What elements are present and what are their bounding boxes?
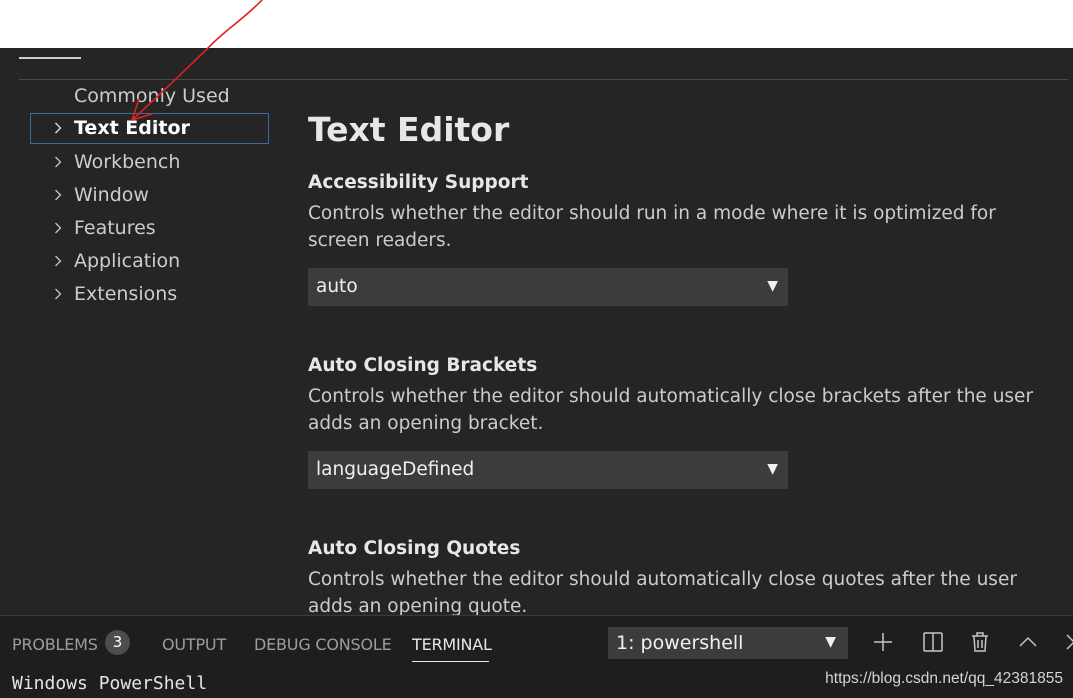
chevron-right-icon: [55, 189, 62, 201]
problems-count-badge: 3: [105, 630, 130, 655]
toc-item-features[interactable]: Features: [30, 213, 269, 244]
toc-item-application[interactable]: Application: [30, 246, 269, 277]
select-value: 1: powershell: [616, 632, 744, 654]
toc-item-commonly-used[interactable]: Commonly Used: [30, 81, 269, 112]
dropdown-arrow-icon: ▼: [767, 278, 778, 294]
setting-description: Controls whether the editor should run i…: [308, 203, 996, 251]
toc-item-label: Text Editor: [74, 117, 190, 139]
chevron-right-icon: [55, 156, 62, 168]
toc-item-label: Workbench: [74, 151, 181, 173]
setting-title-accessibility-support: Accessibility Support: [308, 172, 529, 193]
watermark-url: https://blog.csdn.net/qq_42381855: [825, 670, 1063, 687]
tab-problems[interactable]: PROBLEMS: [12, 634, 98, 656]
toc-item-label: Features: [74, 217, 156, 239]
toc-item-label: Window: [74, 184, 149, 206]
toc-item-window[interactable]: Window: [30, 180, 269, 211]
setting-description: Controls whether the editor should autom…: [308, 569, 1017, 617]
select-value: auto: [316, 276, 358, 297]
select-value: languageDefined: [316, 459, 475, 480]
chevron-right-icon: [55, 122, 62, 134]
split-icon[interactable]: [921, 630, 945, 654]
tab-output[interactable]: OUTPUT: [162, 634, 226, 656]
settings-section-title: Text Editor: [308, 110, 510, 149]
trash-icon[interactable]: [968, 630, 992, 654]
toc-item-label: Extensions: [74, 283, 178, 305]
chevron-right-icon: [55, 255, 62, 267]
accessibility-support-select[interactable]: auto ▼: [308, 268, 788, 306]
tab-debug-console[interactable]: DEBUG CONSOLE: [254, 634, 392, 656]
setting-title-auto-closing-brackets: Auto Closing Brackets: [308, 355, 538, 376]
active-tab-indicator: [19, 57, 81, 59]
terminal-instance-select[interactable]: 1: powershell ▼: [608, 627, 848, 659]
toc-item-extensions[interactable]: Extensions: [30, 279, 269, 310]
toc-item-label: Commonly Used: [74, 85, 230, 107]
dropdown-arrow-icon: ▼: [767, 461, 778, 477]
toc-item-text-editor[interactable]: Text Editor: [30, 113, 269, 144]
chevron-right-icon: [55, 222, 62, 234]
setting-description: Controls whether the editor should autom…: [308, 386, 1034, 434]
auto-closing-brackets-select[interactable]: languageDefined ▼: [308, 451, 788, 489]
bottom-panel: PROBLEMS 3 OUTPUT DEBUG CONSOLE TERMINAL…: [0, 615, 1073, 698]
setting-title-auto-closing-quotes: Auto Closing Quotes: [308, 538, 521, 559]
dropdown-arrow-icon: ▼: [825, 634, 836, 650]
plus-icon[interactable]: [871, 630, 895, 654]
close-icon[interactable]: [1062, 630, 1073, 654]
terminal-output-line: Windows PowerShell: [12, 673, 208, 694]
top-white-strip: [0, 0, 1073, 48]
active-tab-underline: [412, 661, 489, 662]
screenshot-stage: Commonly Used Text Editor Workbench Wind…: [0, 0, 1073, 698]
tab-terminal[interactable]: TERMINAL: [412, 634, 492, 656]
settings-divider: [19, 79, 1068, 80]
toc-item-workbench[interactable]: Workbench: [30, 147, 269, 178]
chevron-right-icon: [55, 288, 62, 300]
toc-item-label: Application: [74, 250, 181, 272]
chevron-up-icon[interactable]: [1016, 630, 1040, 654]
